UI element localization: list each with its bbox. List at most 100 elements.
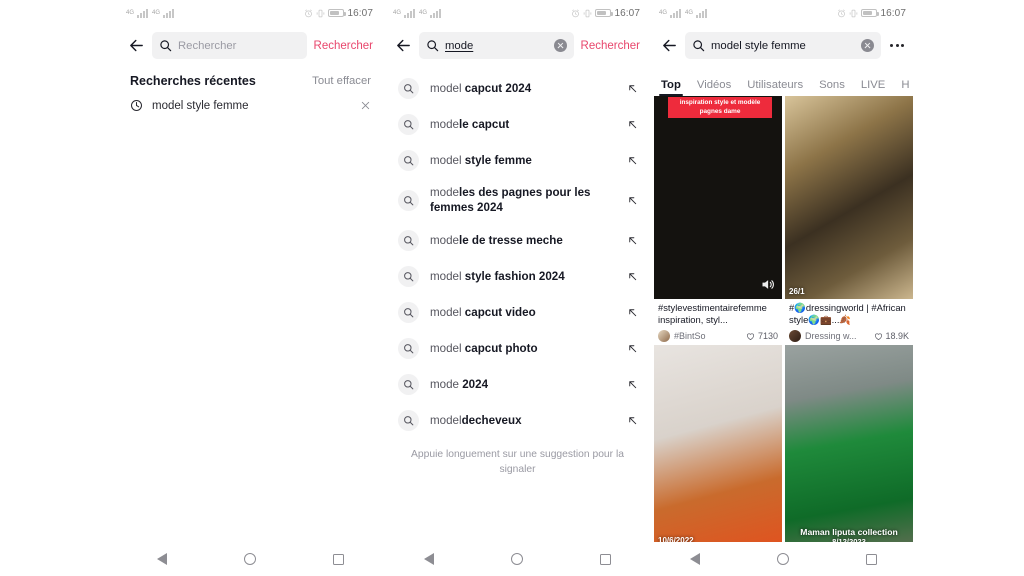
android-nav-bar: [651, 542, 916, 576]
like-count-value: 18.9K: [885, 331, 909, 341]
result-author[interactable]: #BintSo: [674, 331, 742, 341]
search-icon: [693, 40, 705, 52]
suggestion-item[interactable]: model style femme: [385, 142, 650, 178]
search-input[interactable]: mode: [419, 32, 574, 59]
fill-suggestion-icon[interactable]: [627, 343, 638, 354]
recent-searches-title: Recherches récentes: [130, 74, 256, 88]
result-card[interactable]: Maman liputa collection8/12/2023: [785, 345, 913, 548]
search-submit-button[interactable]: Rechercher: [581, 40, 640, 52]
status-bar: 4G 4G 16:07: [385, 0, 650, 26]
tab-vid-os[interactable]: Vidéos: [697, 79, 731, 96]
result-card[interactable]: 26/1 #🌍dressingworld | #African style🌍💼..…: [785, 96, 913, 342]
suggestion-rest: le de tresse meche: [459, 233, 563, 247]
suggestion-label: model capcut photo: [430, 341, 616, 356]
tab-live[interactable]: LIVE: [861, 79, 886, 96]
suggestion-label: model style fashion 2024: [430, 269, 616, 284]
status-bar: 4G 4G 16:07: [118, 0, 383, 26]
fill-suggestion-icon[interactable]: [627, 195, 638, 206]
clear-search-icon[interactable]: [861, 39, 874, 52]
like-count-value: 7130: [757, 331, 778, 341]
more-options-icon[interactable]: [888, 44, 906, 47]
back-arrow-icon[interactable]: [395, 37, 412, 54]
nav-back-button[interactable]: [423, 553, 434, 565]
fill-suggestion-icon[interactable]: [627, 83, 638, 94]
back-arrow-icon[interactable]: [128, 37, 145, 54]
fill-suggestion-icon[interactable]: [627, 415, 638, 426]
suggestion-item[interactable]: model capcut video: [385, 294, 650, 330]
search-icon: [398, 189, 419, 211]
fill-suggestion-icon[interactable]: [627, 119, 638, 130]
suggestion-prefix: model: [430, 81, 462, 95]
result-tabs: Top Vidéos Utilisateurs Sons LIVE H: [651, 69, 916, 96]
recent-search-item[interactable]: model style femme: [118, 88, 383, 112]
suggestion-label: model style femme: [430, 153, 616, 168]
clear-search-icon[interactable]: [553, 39, 567, 52]
fill-suggestion-icon[interactable]: [627, 379, 638, 390]
result-author[interactable]: Dressing w...: [805, 331, 870, 341]
back-arrow-icon[interactable]: [661, 37, 678, 54]
nav-recents-button[interactable]: [600, 553, 612, 565]
thumbnail-title-stamp: Maman liputa collection: [800, 527, 898, 537]
suggestion-label: modeles des pagnes pour les femmes 2024: [430, 185, 616, 215]
search-icon: [160, 40, 172, 52]
sound-on-icon[interactable]: [760, 277, 775, 292]
suggestion-label: modeldecheveux: [430, 413, 616, 428]
fill-suggestion-icon[interactable]: [627, 235, 638, 246]
alarm-icon: [838, 8, 846, 17]
tab-h[interactable]: H: [901, 79, 909, 96]
search-icon: [398, 149, 419, 171]
avatar[interactable]: [658, 330, 670, 342]
suggestion-label: mode 2024: [430, 377, 616, 392]
suggestion-item[interactable]: model style fashion 2024: [385, 258, 650, 294]
tab-utilisateurs[interactable]: Utilisateurs: [747, 79, 803, 96]
status-bar-right: 16:07: [304, 8, 373, 19]
alarm-icon: [572, 8, 580, 17]
tab-sons[interactable]: Sons: [819, 79, 845, 96]
nav-back-button[interactable]: [689, 553, 700, 565]
search-submit-button[interactable]: Rechercher: [314, 40, 373, 52]
suggestion-item[interactable]: mode 2024: [385, 366, 650, 402]
remove-recent-icon[interactable]: [360, 100, 371, 111]
nav-recents-button[interactable]: [333, 553, 345, 565]
nav-home-button[interactable]: [776, 553, 789, 565]
fill-suggestion-icon[interactable]: [627, 155, 638, 166]
tab-top[interactable]: Top: [659, 79, 683, 96]
sim2-label: 4G: [685, 10, 694, 16]
signal-icon-2: [696, 8, 708, 18]
result-caption: #stylevestimentairefemme inspiration, st…: [658, 302, 767, 326]
clear-all-button[interactable]: Tout effacer: [312, 75, 371, 87]
result-thumbnail[interactable]: Maman liputa collection8/12/2023: [785, 345, 913, 548]
suggestion-label: model capcut 2024: [430, 81, 616, 96]
suggestion-item[interactable]: model capcut photo: [385, 330, 650, 366]
result-thumbnail[interactable]: inspiration style et modèle pagnes dame: [654, 96, 782, 299]
result-card[interactable]: inspiration style et modèle pagnes dame #…: [654, 96, 782, 342]
heart-icon: [874, 332, 883, 340]
result-thumbnail[interactable]: 26/1: [785, 96, 913, 299]
status-bar-clock: 16:07: [880, 7, 906, 19]
avatar[interactable]: [789, 330, 801, 342]
signal-icon-1: [137, 8, 149, 18]
search-input[interactable]: Rechercher: [152, 32, 307, 59]
heart-icon: [747, 332, 755, 340]
suggestion-item[interactable]: modele de tresse meche: [385, 222, 650, 258]
sim1-label: 4G: [659, 10, 668, 16]
nav-back-button[interactable]: [156, 553, 167, 565]
suggestion-item[interactable]: modele capcut: [385, 106, 650, 142]
nav-home-button[interactable]: [243, 553, 256, 565]
suggestion-item[interactable]: model capcut 2024: [385, 70, 650, 106]
result-thumbnail[interactable]: 10/6/2022: [654, 345, 782, 548]
sim1-label: 4G: [393, 10, 402, 16]
status-bar-left: 4G 4G: [126, 8, 175, 18]
suggestion-item[interactable]: modeles des pagnes pour les femmes 2024: [385, 178, 650, 222]
fill-suggestion-icon[interactable]: [627, 271, 638, 282]
suggestion-prefix: mode: [430, 377, 460, 391]
fill-suggestion-icon[interactable]: [627, 307, 638, 318]
suggestion-rest: capcut video: [461, 305, 536, 319]
nav-recents-button[interactable]: [866, 553, 878, 565]
result-card[interactable]: 10/6/2022: [654, 345, 782, 548]
search-input[interactable]: model style femme: [685, 32, 881, 59]
nav-home-button[interactable]: [510, 553, 523, 565]
suggestion-rest: le capcut: [459, 117, 510, 131]
suggestion-prefix: mode: [430, 186, 460, 199]
suggestion-item[interactable]: modeldecheveux: [385, 402, 650, 438]
